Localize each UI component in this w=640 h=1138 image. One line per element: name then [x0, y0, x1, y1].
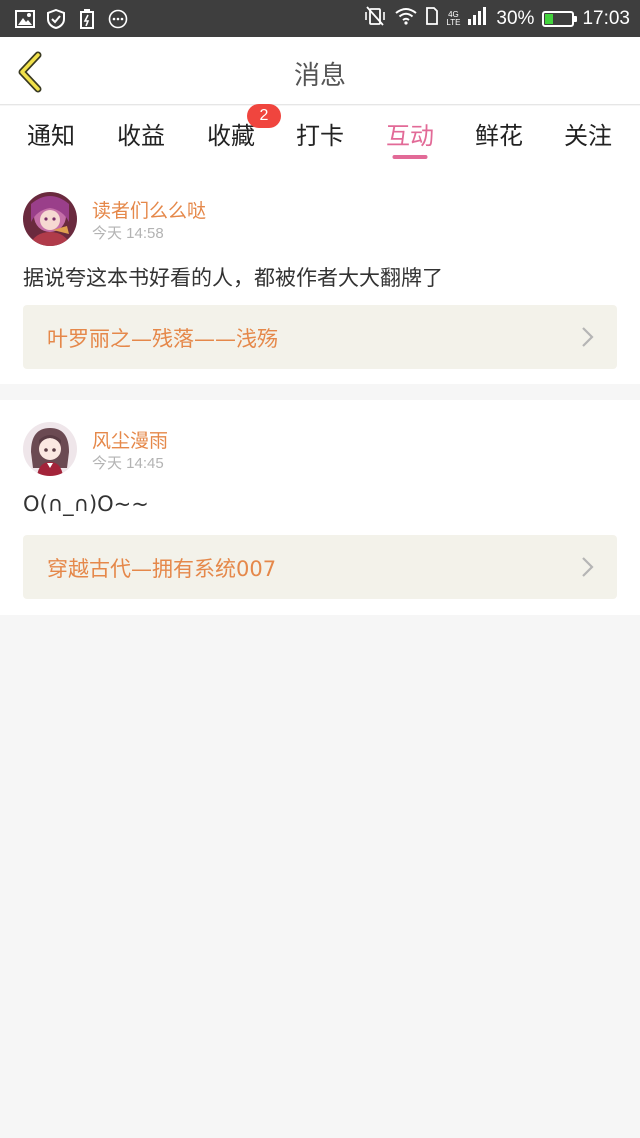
- chevron-right-icon: [582, 557, 594, 577]
- chevron-right-icon: [582, 327, 594, 347]
- unread-badge: 2: [247, 104, 281, 128]
- tab-interactions[interactable]: 互动: [386, 116, 434, 151]
- tab-checkin[interactable]: 打卡: [296, 116, 344, 151]
- timestamp: 今天 14:58: [92, 225, 164, 242]
- avatar[interactable]: [23, 422, 77, 476]
- status-bar: 4G LTE 30% 17:03: [0, 0, 640, 37]
- username[interactable]: 读者们么么哒: [92, 196, 206, 223]
- book-title: 穿越古代—拥有系统007: [47, 557, 277, 581]
- username[interactable]: 风尘漫雨: [92, 426, 168, 453]
- tab-favorites[interactable]: 收藏 2: [207, 104, 281, 151]
- tab-following[interactable]: 关注: [564, 116, 612, 151]
- book-link[interactable]: 叶罗丽之—残落——浅殇: [23, 305, 617, 369]
- message-card: 风尘漫雨 今天 14:45 O(∩_∩)O~~ 穿越古代—拥有系统007: [0, 400, 640, 615]
- clock: 17:03: [582, 7, 630, 29]
- shield-icon: [45, 8, 67, 29]
- message-text: O(∩_∩)O~~: [23, 492, 149, 516]
- message-text: 据说夸这本书好看的人，都被作者大大翻牌了: [23, 266, 443, 290]
- battery-icon: [542, 10, 578, 27]
- active-tab-indicator: [392, 155, 428, 159]
- tab-bar: 通知 收益 收藏 2 打卡 互动 鲜花 关注: [0, 104, 640, 170]
- wifi-icon: [394, 7, 418, 31]
- timestamp: 今天 14:45: [92, 455, 164, 472]
- tab-flowers[interactable]: 鲜花: [475, 116, 523, 151]
- avatar[interactable]: [23, 192, 77, 246]
- book-title: 叶罗丽之—残落——浅殇: [47, 327, 278, 351]
- battery-saver-icon: [76, 8, 98, 29]
- book-link[interactable]: 穿越古代—拥有系统007: [23, 535, 617, 599]
- more-dots-icon: [107, 9, 129, 29]
- signal-icon: [468, 6, 488, 31]
- app-header: 消息: [0, 37, 640, 105]
- network-type: 4G LTE: [446, 9, 461, 27]
- page-title: 消息: [293, 61, 346, 91]
- battery-percent: 30%: [496, 7, 535, 29]
- battery-level: [545, 13, 554, 24]
- message-card: 读者们么么哒 今天 14:58 据说夸这本书好看的人，都被作者大大翻牌了 叶罗丽…: [0, 170, 640, 384]
- vibrate-off-icon: [364, 5, 386, 32]
- tab-earnings[interactable]: 收益: [117, 116, 165, 151]
- tab-notifications[interactable]: 通知: [27, 116, 75, 151]
- image-icon: [14, 9, 36, 29]
- sim-card-icon: [426, 6, 439, 31]
